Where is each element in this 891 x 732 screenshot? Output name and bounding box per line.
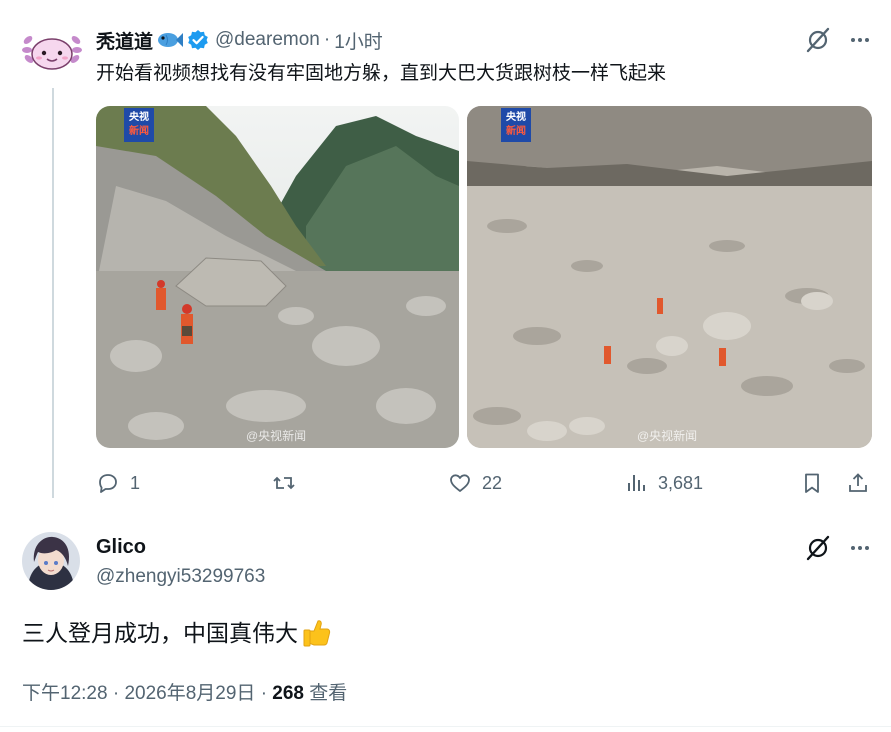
author-handle[interactable]: @dearemon bbox=[215, 29, 320, 51]
reply-icon bbox=[99, 474, 117, 493]
divider bbox=[0, 726, 891, 727]
retweet-button[interactable] bbox=[272, 468, 306, 498]
quoted-tweet-header: 秃道道 @dearemon · 1小时 bbox=[96, 26, 383, 54]
author-avatar[interactable] bbox=[22, 28, 82, 76]
tweet-date[interactable]: 2026年8月29日 bbox=[124, 683, 255, 704]
separator-dot: · bbox=[323, 29, 331, 50]
more-icon[interactable] bbox=[846, 26, 874, 54]
tweet-text: 三人登月成功，中国真伟大 bbox=[22, 616, 334, 650]
tweet-action-bar: 1 22 3,681 bbox=[96, 468, 876, 498]
thread-connector-line bbox=[52, 88, 54, 498]
analytics-icon bbox=[628, 475, 645, 491]
retweet-icon bbox=[273, 476, 295, 490]
separator-dot: · bbox=[260, 683, 268, 704]
like-button[interactable]: 22 bbox=[448, 468, 502, 498]
author-name[interactable]: 秃道道 bbox=[96, 27, 153, 54]
tweet-time[interactable]: 1小时 bbox=[334, 27, 383, 54]
media-watermark: @央视新闻 bbox=[246, 429, 307, 443]
heart-icon bbox=[450, 474, 470, 492]
view-label[interactable]: 查看 bbox=[309, 683, 347, 704]
cctv-news-logo: 央视 新闻 bbox=[124, 108, 154, 142]
like-count: 22 bbox=[482, 472, 503, 493]
quoted-tweet-text: 开始看视频想找有没有牢固地方躲，直到大巴大货跟树枝一样飞起来 bbox=[96, 63, 667, 84]
grok-icon[interactable] bbox=[804, 534, 832, 562]
verified-badge-icon[interactable] bbox=[187, 29, 209, 51]
tweet-photo-1[interactable]: 央视 新闻 @央视新闻 bbox=[96, 106, 459, 448]
author-handle[interactable]: @zhengyi53299763 bbox=[96, 566, 265, 588]
author-name[interactable]: Glico bbox=[96, 536, 146, 559]
tweet-metadata: 下午12:28 · 2026年8月29日 · 268 查看 bbox=[22, 678, 347, 705]
tweet-photo-2[interactable]: 央视 新闻 @央视新闻 bbox=[467, 106, 872, 448]
separator-dot: · bbox=[112, 683, 120, 704]
reply-button[interactable]: 1 bbox=[96, 468, 140, 498]
view-count: 3,681 bbox=[658, 472, 704, 493]
author-avatar[interactable] bbox=[22, 532, 80, 590]
fish-emoji-icon bbox=[155, 29, 184, 51]
more-icon[interactable] bbox=[846, 534, 874, 562]
views-button[interactable]: 3,681 bbox=[624, 468, 703, 498]
view-count[interactable]: 268 bbox=[272, 683, 304, 704]
share-icon bbox=[849, 473, 867, 492]
reply-count: 1 bbox=[130, 472, 141, 493]
tweet-time[interactable]: 下午12:28 bbox=[22, 683, 108, 704]
grok-icon[interactable] bbox=[804, 26, 832, 54]
cctv-news-logo: 央视 新闻 bbox=[501, 108, 531, 142]
bookmark-icon bbox=[805, 473, 819, 493]
thumbs-up-emoji-icon bbox=[300, 616, 334, 650]
share-button[interactable] bbox=[846, 468, 880, 498]
media-watermark: @央视新闻 bbox=[637, 429, 698, 443]
bookmark-button[interactable] bbox=[800, 468, 834, 498]
tweet-text-content: 三人登月成功，中国真伟大 bbox=[22, 620, 298, 646]
